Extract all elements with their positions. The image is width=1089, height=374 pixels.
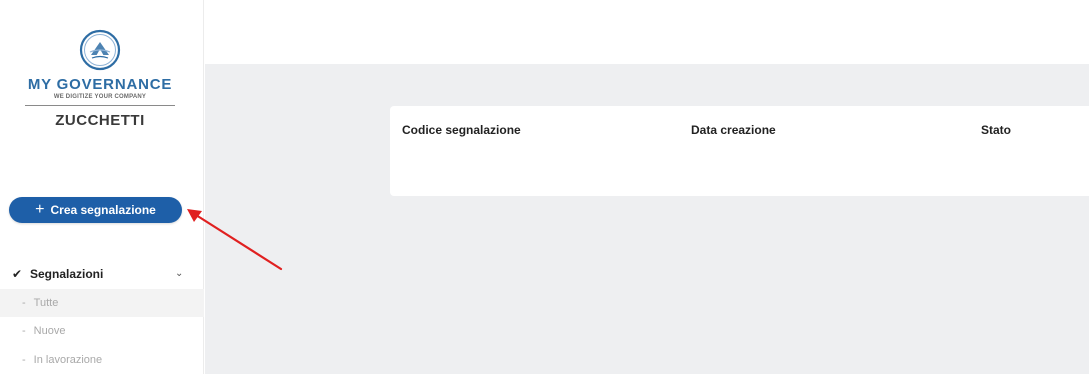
nav-item-label: Tutte [33,297,59,309]
column-header-created-date[interactable]: Data creazione [691,123,776,137]
brand-tagline: WE DIGITIZE YOUR COMPANY [53,94,147,100]
bullet-dash-icon: - [22,325,26,337]
column-header-code[interactable]: Codice segnalazione [402,123,521,137]
nav-section-label: Segnalazioni [30,267,104,281]
check-icon: ✔ [12,267,23,281]
create-report-label: Crea segnalazione [50,203,156,217]
app-window: MY GOVERNANCE WE DIGITIZE YOUR COMPANY Z… [0,0,1089,374]
nav-item-label: In lavorazione [33,354,103,366]
nav-item-tutte[interactable]: - Tutte [0,289,204,317]
brand-name: MY GOVERNANCE [27,76,173,93]
nav-item-label: Nuove [33,325,66,337]
nav-item-in-lavorazione[interactable]: - In lavorazione [0,346,204,374]
nav-item-nuove[interactable]: - Nuove [0,317,204,345]
brand-divider [25,105,175,106]
bullet-dash-icon: - [22,297,26,309]
create-report-button[interactable]: + Crea segnalazione [9,197,182,223]
plus-icon: + [35,201,45,218]
brand-logo: MY GOVERNANCE WE DIGITIZE YOUR COMPANY Z… [10,28,190,129]
my-governance-logo-icon [79,29,121,71]
reports-table: Codice segnalazione Data creazione Stato [390,106,1089,196]
top-bar [205,0,1089,64]
chevron-down-icon[interactable]: ⌄ [175,268,183,279]
sidebar: MY GOVERNANCE WE DIGITIZE YOUR COMPANY Z… [0,0,204,374]
company-name: ZUCCHETTI [55,112,145,129]
nav-section-segnalazioni[interactable]: ✔ Segnalazioni ⌄ [0,261,204,287]
main-content: Codice segnalazione Data creazione Stato [205,64,1089,374]
bullet-dash-icon: - [22,354,26,366]
column-header-status[interactable]: Stato [981,123,1011,137]
